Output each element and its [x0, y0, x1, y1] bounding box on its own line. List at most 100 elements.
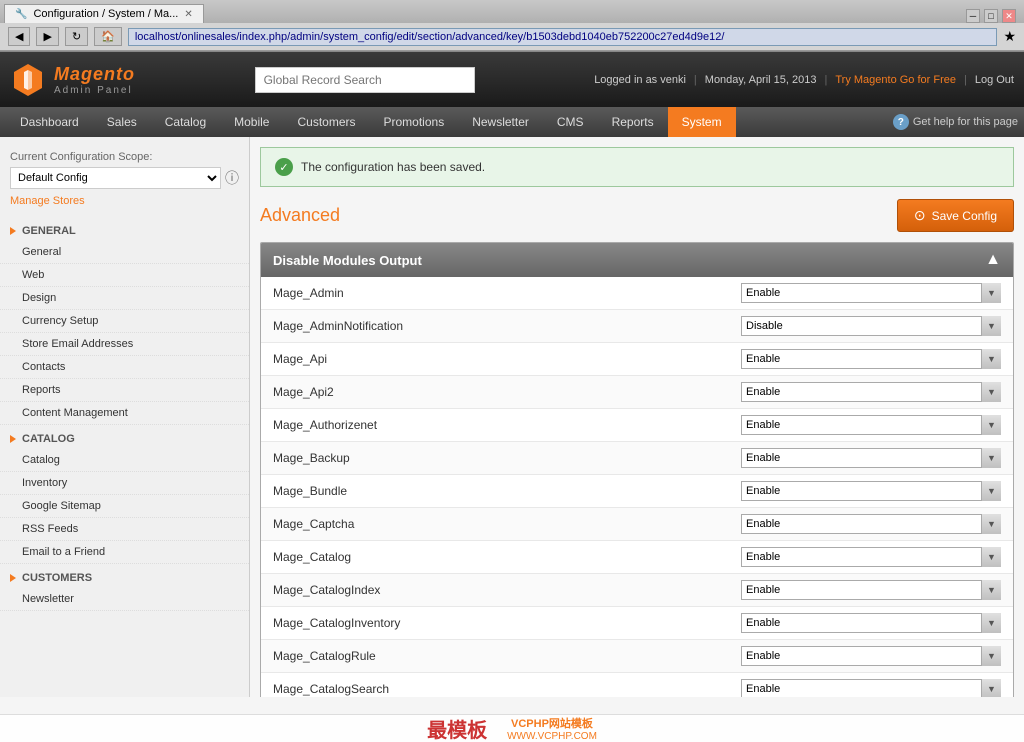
- module-select[interactable]: EnableDisable: [741, 514, 1001, 534]
- nav-item-catalog[interactable]: Catalog: [151, 107, 220, 137]
- watermark-right-url: WWW.VCPHP.COM: [507, 731, 597, 742]
- logout-link[interactable]: Log Out: [975, 74, 1014, 86]
- tab-close-icon[interactable]: ✕: [184, 9, 192, 20]
- main-nav: Dashboard Sales Catalog Mobile Customers…: [0, 107, 1024, 137]
- sidebar-item-catalog[interactable]: Catalog: [0, 449, 249, 472]
- minimize-button[interactable]: ─: [966, 9, 980, 23]
- module-select-wrapper: EnableDisable ▼: [741, 382, 1001, 402]
- sidebar-item-reports[interactable]: Reports: [0, 379, 249, 402]
- module-select[interactable]: EnableDisable: [741, 415, 1001, 435]
- manage-stores-link[interactable]: Manage Stores: [0, 195, 249, 217]
- table-row: Mage_CatalogIndex EnableDisable ▼: [261, 574, 1013, 607]
- module-select-wrapper: EnableDisable ▼: [741, 580, 1001, 600]
- sidebar-item-rss-feeds[interactable]: RSS Feeds: [0, 518, 249, 541]
- nav-item-mobile[interactable]: Mobile: [220, 107, 283, 137]
- bookmark-icon[interactable]: ★: [1003, 28, 1016, 45]
- home-button[interactable]: 🏠: [94, 27, 122, 46]
- try-magento-link[interactable]: Try Magento Go for Free: [835, 74, 956, 86]
- scope-select[interactable]: Default Config: [10, 167, 221, 189]
- module-select-wrapper: EnableDisable ▼: [741, 316, 1001, 336]
- module-select[interactable]: EnableDisable: [741, 349, 1001, 369]
- nav-item-promotions[interactable]: Promotions: [370, 107, 459, 137]
- module-select-wrapper: EnableDisable ▼: [741, 349, 1001, 369]
- nav-item-cms[interactable]: CMS: [543, 107, 598, 137]
- nav-item-system[interactable]: System: [668, 107, 736, 137]
- magento-logo-icon: [10, 62, 46, 98]
- module-select[interactable]: EnableDisable: [741, 481, 1001, 501]
- back-button[interactable]: ◀: [8, 27, 30, 46]
- module-select-wrapper: EnableDisable ▼: [741, 415, 1001, 435]
- sidebar-item-store-email[interactable]: Store Email Addresses: [0, 333, 249, 356]
- table-row: Mage_Catalog EnableDisable ▼: [261, 541, 1013, 574]
- browser-tab-active[interactable]: 🔧 Configuration / System / Ma... ✕: [4, 4, 204, 23]
- logged-in-text: Logged in as venki: [594, 74, 686, 86]
- sidebar-item-general[interactable]: General: [0, 241, 249, 264]
- watermark-right-label: VCPHP网站模板: [511, 715, 593, 731]
- sidebar-item-web[interactable]: Web: [0, 264, 249, 287]
- module-select[interactable]: EnableDisable: [741, 547, 1001, 567]
- scope-label: Current Configuration Scope:: [0, 147, 249, 165]
- sidebar-item-email-friend[interactable]: Email to a Friend: [0, 541, 249, 564]
- module-select[interactable]: EnableDisable: [741, 316, 1001, 336]
- sidebar-item-newsletter[interactable]: Newsletter: [0, 588, 249, 611]
- help-button[interactable]: ? Get help for this page: [893, 114, 1018, 130]
- table-row: Mage_AdminNotification EnableDisable ▼: [261, 310, 1013, 343]
- arrow-icon: [10, 227, 16, 235]
- module-name: Mage_Catalog: [273, 550, 741, 564]
- table-row: Mage_Authorizenet EnableDisable ▼: [261, 409, 1013, 442]
- module-select[interactable]: EnableDisable: [741, 679, 1001, 697]
- tab-favicon: 🔧: [15, 9, 27, 20]
- nav-item-newsletter[interactable]: Newsletter: [458, 107, 543, 137]
- nav-item-customers[interactable]: Customers: [283, 107, 369, 137]
- save-label: Save Config: [932, 209, 997, 223]
- module-name: Mage_AdminNotification: [273, 319, 741, 333]
- tab-bar: 🔧 Configuration / System / Ma... ✕ ─ □ ✕: [0, 0, 1024, 23]
- module-select[interactable]: EnableDisable: [741, 283, 1001, 303]
- module-select[interactable]: EnableDisable: [741, 613, 1001, 633]
- help-text: Get help for this page: [913, 116, 1018, 128]
- forward-button[interactable]: ▶: [36, 27, 58, 46]
- top-right-info: Logged in as venki | Monday, April 15, 2…: [594, 74, 1014, 86]
- module-name: Mage_Admin: [273, 286, 741, 300]
- logo-text: Magento Admin Panel: [54, 64, 135, 96]
- table-row: Mage_Captcha EnableDisable ▼: [261, 508, 1013, 541]
- module-select[interactable]: EnableDisable: [741, 448, 1001, 468]
- close-button[interactable]: ✕: [1002, 9, 1016, 23]
- nav-item-dashboard[interactable]: Dashboard: [6, 107, 93, 137]
- sidebar: Current Configuration Scope: Default Con…: [0, 137, 250, 697]
- module-name: Mage_CatalogRule: [273, 649, 741, 663]
- refresh-button[interactable]: ↻: [65, 27, 88, 46]
- module-name: Mage_CatalogIndex: [273, 583, 741, 597]
- module-select-wrapper: EnableDisable ▼: [741, 547, 1001, 567]
- sidebar-item-currency-setup[interactable]: Currency Setup: [0, 310, 249, 333]
- general-section-label: GENERAL: [22, 225, 76, 237]
- sidebar-item-contacts[interactable]: Contacts: [0, 356, 249, 379]
- table-row: Mage_Backup EnableDisable ▼: [261, 442, 1013, 475]
- sidebar-section-catalog: CATALOG: [0, 425, 249, 449]
- sidebar-item-content-mgmt[interactable]: Content Management: [0, 402, 249, 425]
- collapse-button[interactable]: ▲: [985, 251, 1001, 269]
- help-icon: ?: [893, 114, 909, 130]
- section-title: Disable Modules Output: [273, 253, 422, 268]
- sidebar-item-inventory[interactable]: Inventory: [0, 472, 249, 495]
- save-config-button[interactable]: ⊙ Save Config: [897, 199, 1014, 232]
- module-select[interactable]: EnableDisable: [741, 580, 1001, 600]
- table-row: Mage_Admin EnableDisable ▼: [261, 277, 1013, 310]
- module-name: Mage_Bundle: [273, 484, 741, 498]
- logo-area: Magento Admin Panel: [10, 62, 135, 98]
- module-select[interactable]: EnableDisable: [741, 646, 1001, 666]
- sidebar-item-google-sitemap[interactable]: Google Sitemap: [0, 495, 249, 518]
- brand-subtitle: Admin Panel: [54, 85, 135, 96]
- nav-item-reports[interactable]: Reports: [598, 107, 668, 137]
- global-search-input[interactable]: [255, 67, 475, 93]
- tab-title: Configuration / System / Ma...: [33, 8, 178, 20]
- address-bar[interactable]: [128, 28, 998, 46]
- module-select[interactable]: EnableDisable: [741, 382, 1001, 402]
- module-name: Mage_Authorizenet: [273, 418, 741, 432]
- nav-item-sales[interactable]: Sales: [93, 107, 151, 137]
- sidebar-item-design[interactable]: Design: [0, 287, 249, 310]
- maximize-button[interactable]: □: [984, 9, 998, 23]
- scope-help-icon[interactable]: ⓘ: [225, 168, 239, 188]
- sidebar-section-customers: CUSTOMERS: [0, 564, 249, 588]
- module-name: Mage_Api2: [273, 385, 741, 399]
